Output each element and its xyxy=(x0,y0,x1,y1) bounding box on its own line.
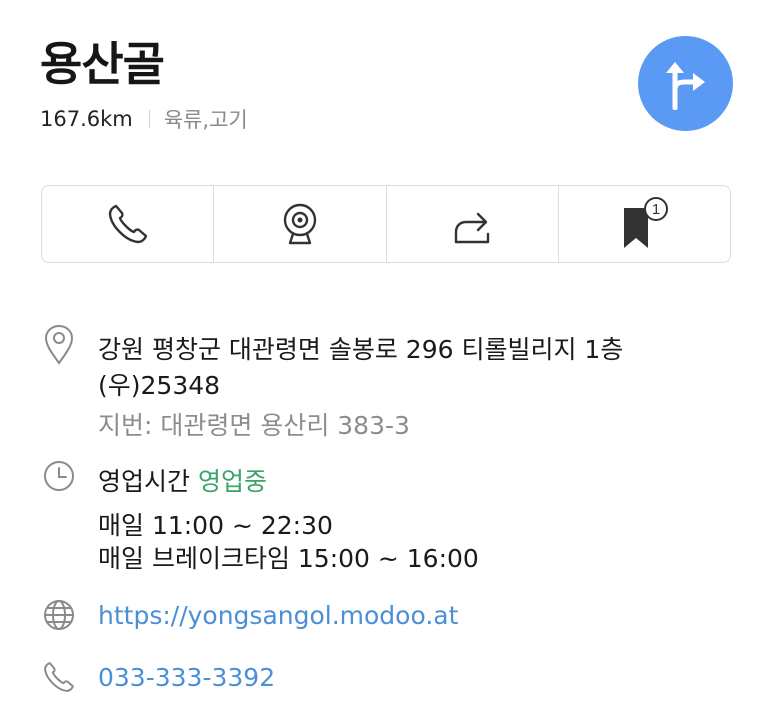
hours-header[interactable]: 영업시간 영업중 xyxy=(98,462,267,498)
postal-code: (우)25348 xyxy=(98,371,221,400)
call-button[interactable] xyxy=(42,186,215,262)
open-status: 영업중 xyxy=(197,467,267,496)
directions-arrow-icon xyxy=(665,61,705,110)
share-icon xyxy=(454,212,490,244)
bookmark-icon: 1 xyxy=(624,197,669,248)
category-text: 육류,고기 xyxy=(163,108,248,132)
place-name: 용산골 xyxy=(40,37,165,91)
website-link[interactable]: https://yongsangol.modoo.at xyxy=(98,601,458,630)
divider xyxy=(148,110,150,128)
globe-icon xyxy=(44,600,74,630)
location-pin-icon xyxy=(44,324,74,365)
place-subline: 167.6km 육류,고기 xyxy=(40,104,248,134)
phone-icon xyxy=(108,204,147,244)
camera-icon xyxy=(283,203,317,245)
phone-link[interactable]: 033-333-3392 xyxy=(98,663,275,692)
action-bar: 1 xyxy=(41,185,731,263)
lot-address: 지번: 대관령면 용산리 383-3 xyxy=(98,411,410,440)
street-view-button[interactable] xyxy=(214,186,387,262)
distance-text: 167.6km xyxy=(40,107,133,131)
directions-button[interactable] xyxy=(638,36,733,131)
hours-line-1: 매일 11:00 ~ 22:30 xyxy=(98,511,333,540)
save-button[interactable]: 1 xyxy=(559,186,730,262)
road-address[interactable]: 강원 평창군 대관령면 솔봉로 296 티롤빌리지 1층 xyxy=(98,330,623,366)
clock-icon xyxy=(44,461,74,491)
hours-line-2: 매일 브레이크타임 15:00 ~ 16:00 xyxy=(98,544,479,573)
hours-label: 영업시간 xyxy=(98,467,191,496)
phone-icon xyxy=(44,662,74,692)
save-count-badge: 1 xyxy=(652,201,660,218)
share-button[interactable] xyxy=(387,186,559,262)
